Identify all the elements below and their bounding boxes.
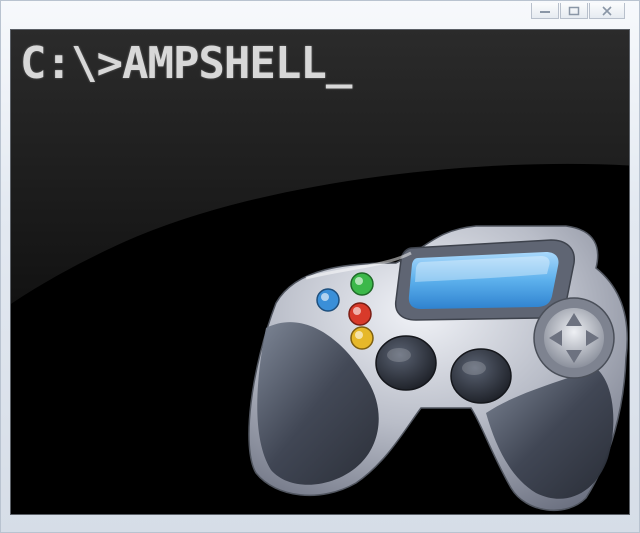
- app-window: C:\>AMPSHELL_: [0, 0, 640, 533]
- gamepad-icon: [248, 225, 628, 512]
- console-area: C:\>AMPSHELL_: [10, 29, 630, 515]
- caption-buttons: [531, 3, 625, 19]
- close-icon: [602, 5, 612, 16]
- close-button[interactable]: [589, 3, 625, 19]
- maximize-button[interactable]: [560, 3, 588, 19]
- maximize-icon: [568, 6, 580, 15]
- minimize-icon: [540, 10, 550, 13]
- minimize-button[interactable]: [531, 3, 559, 19]
- command-prompt[interactable]: C:\>AMPSHELL_: [20, 42, 352, 86]
